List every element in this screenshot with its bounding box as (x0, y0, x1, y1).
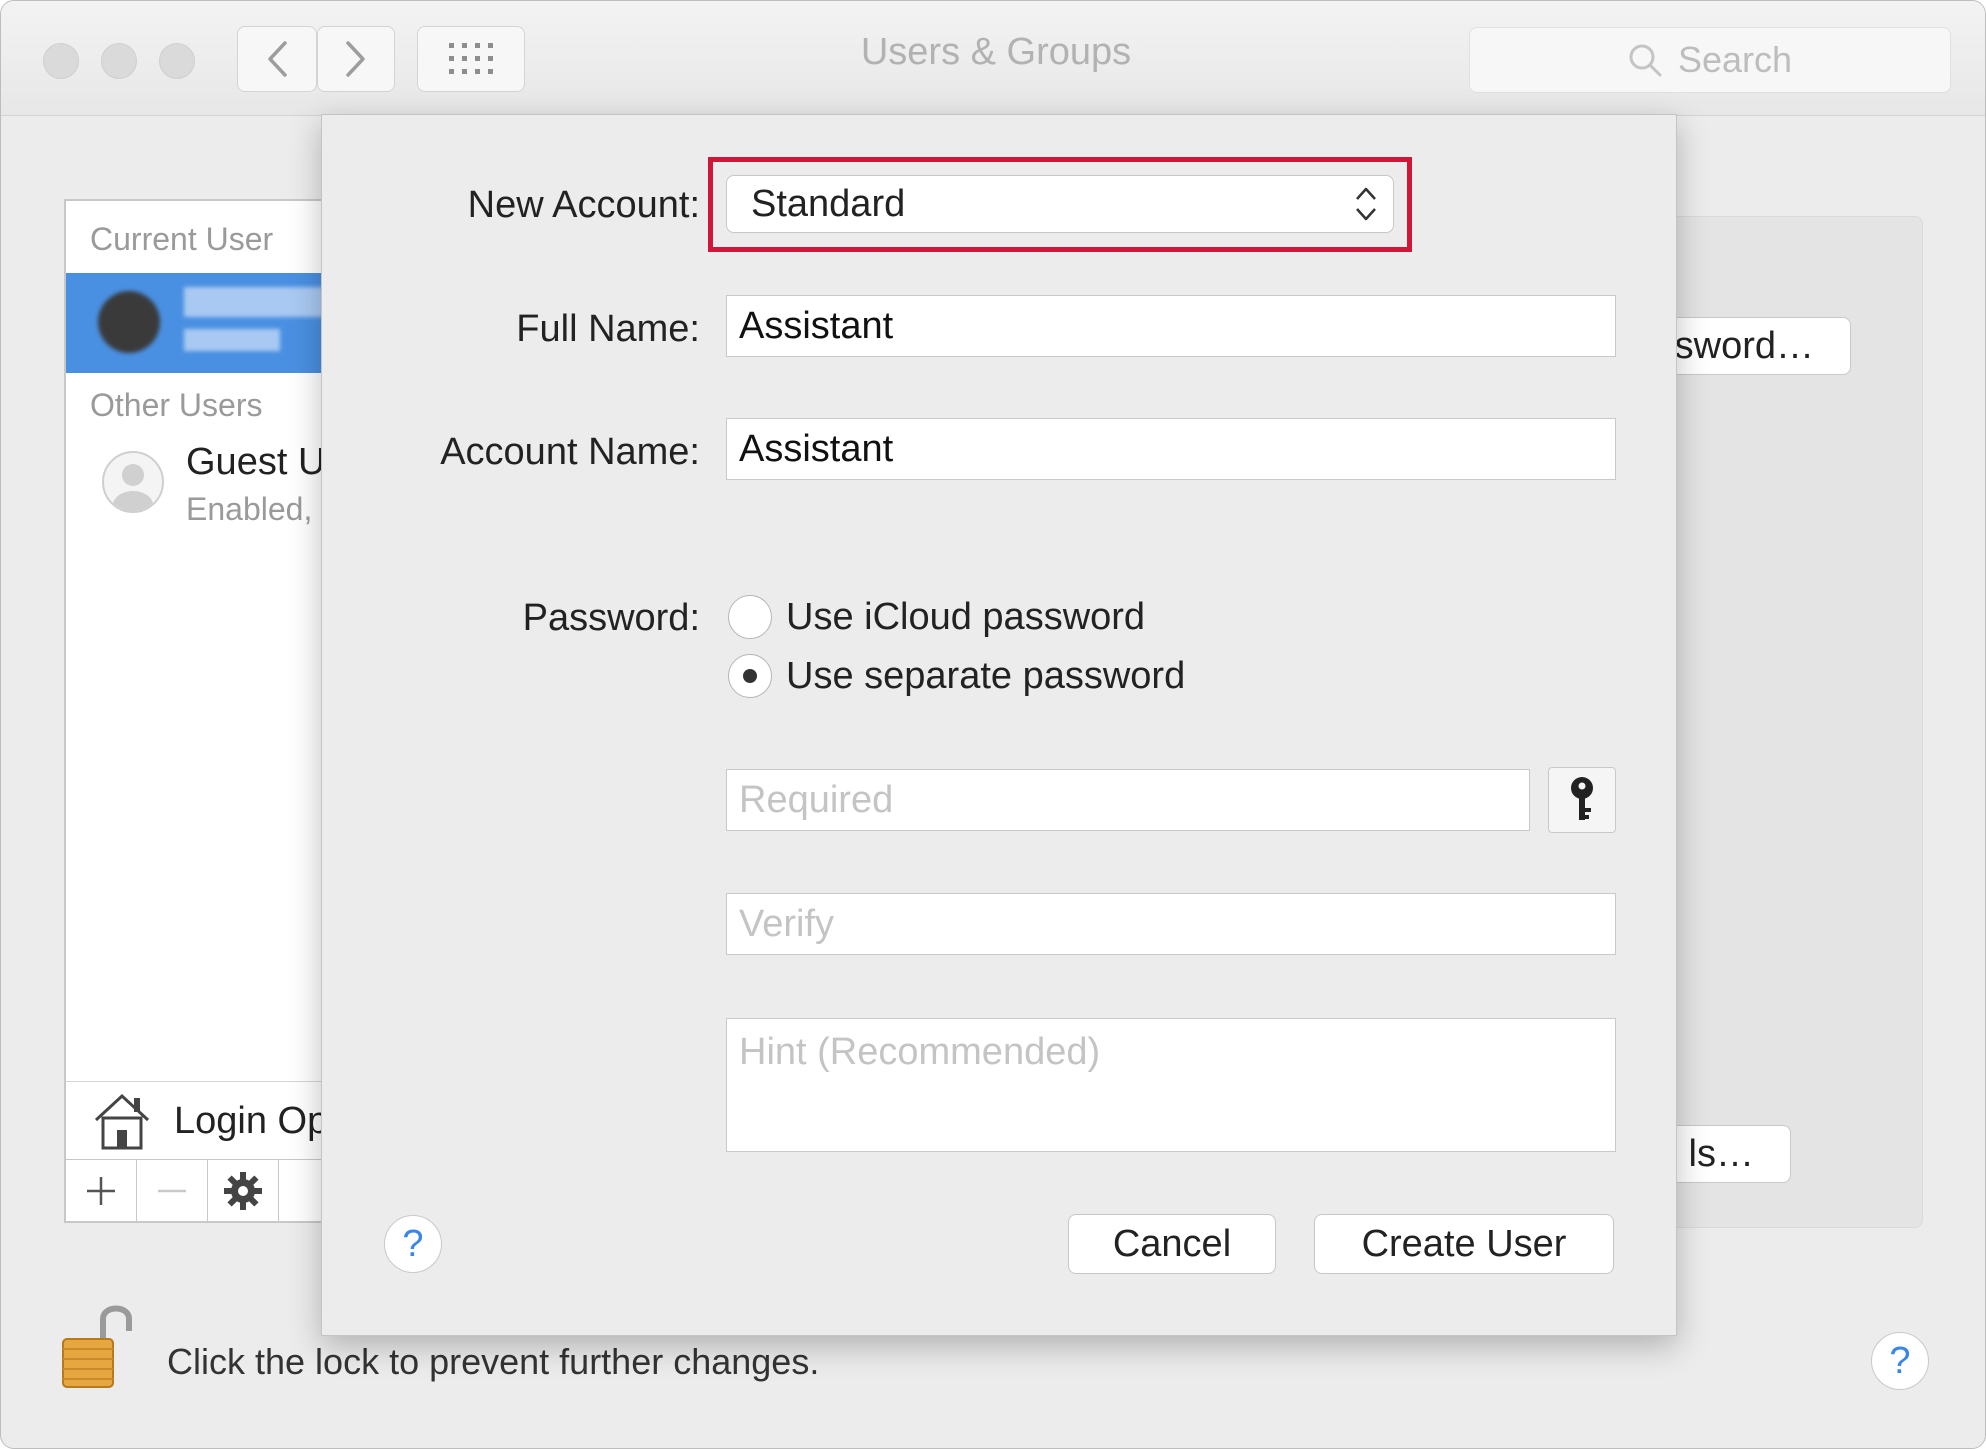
guest-user-status: Enabled, (186, 491, 313, 527)
search-placeholder: Search (1677, 39, 1793, 80)
account-name-label: Account Name: (440, 431, 700, 473)
icloud-password-option[interactable]: Use iCloud password (728, 595, 1145, 639)
hint-field[interactable] (726, 1018, 1616, 1152)
cancel-button[interactable]: Cancel (1068, 1214, 1276, 1274)
guest-user-name[interactable]: Guest U (186, 441, 325, 484)
minimize-window-button[interactable] (101, 43, 137, 79)
sheet-help-button[interactable]: ? (384, 1215, 442, 1273)
users-sidebar: Current User Other Users Guest U Enabled… (64, 199, 328, 1223)
add-user-button[interactable] (66, 1160, 137, 1221)
account-type-highlight (708, 157, 1412, 252)
person-icon (113, 464, 153, 511)
zoom-window-button[interactable] (159, 43, 195, 79)
guest-avatar (102, 451, 164, 513)
chevron-left-icon (268, 41, 287, 77)
avatar (98, 291, 160, 353)
redacted-user-name (184, 287, 324, 317)
current-user-row[interactable] (66, 273, 326, 373)
create-user-button[interactable]: Create User (1314, 1214, 1614, 1274)
login-options-row[interactable]: Login Op (66, 1081, 326, 1160)
password-field[interactable] (726, 769, 1530, 831)
icloud-password-radio[interactable] (728, 595, 772, 639)
action-menu-button[interactable] (208, 1160, 279, 1221)
current-user-header: Current User (90, 221, 274, 257)
house-icon (94, 1093, 150, 1150)
other-users-header: Other Users (90, 387, 263, 423)
help-button[interactable]: ? (1871, 1332, 1929, 1390)
radio-selected-dot (743, 669, 757, 683)
separate-password-radio[interactable] (728, 654, 772, 698)
grid-icon (449, 43, 493, 74)
back-button[interactable] (237, 26, 317, 92)
close-window-button[interactable] (43, 43, 79, 79)
minus-icon (158, 1189, 186, 1193)
gear-icon (224, 1172, 262, 1210)
login-options-label: Login Op (174, 1100, 328, 1142)
icloud-password-label: Use iCloud password (786, 595, 1146, 638)
window-title: Users & Groups (860, 31, 1132, 73)
password-label: Password: (522, 597, 700, 639)
search-field[interactable]: Search (1469, 27, 1951, 93)
key-icon (1571, 777, 1593, 820)
full-name-label: Full Name: (516, 308, 700, 350)
search-icon (1629, 44, 1662, 77)
chevron-right-icon (346, 41, 365, 77)
forward-button[interactable] (317, 26, 395, 92)
password-assistant-button[interactable] (1548, 767, 1616, 833)
sidebar-toolbar (66, 1159, 326, 1221)
plus-icon (87, 1177, 115, 1205)
separate-password-option[interactable]: Use separate password (728, 654, 1185, 698)
separate-password-label: Use separate password (786, 654, 1186, 697)
redacted-user-role (184, 329, 280, 351)
new-account-label: New Account: (467, 184, 700, 226)
lock-message: Click the lock to prevent further change… (167, 1341, 820, 1382)
full-name-field[interactable] (726, 295, 1616, 357)
remove-user-button[interactable] (137, 1160, 208, 1221)
system-preferences-window: Users & Groups Search Current User Other… (0, 0, 1986, 1449)
new-account-sheet: New Account: Standard Full Name: Account… (321, 114, 1677, 1336)
account-name-field[interactable] (726, 418, 1616, 480)
unlocked-lock-icon[interactable] (59, 1297, 133, 1391)
show-all-button[interactable] (417, 26, 525, 92)
title-bar: Users & Groups Search (1, 1, 1985, 116)
verify-field[interactable] (726, 893, 1616, 955)
